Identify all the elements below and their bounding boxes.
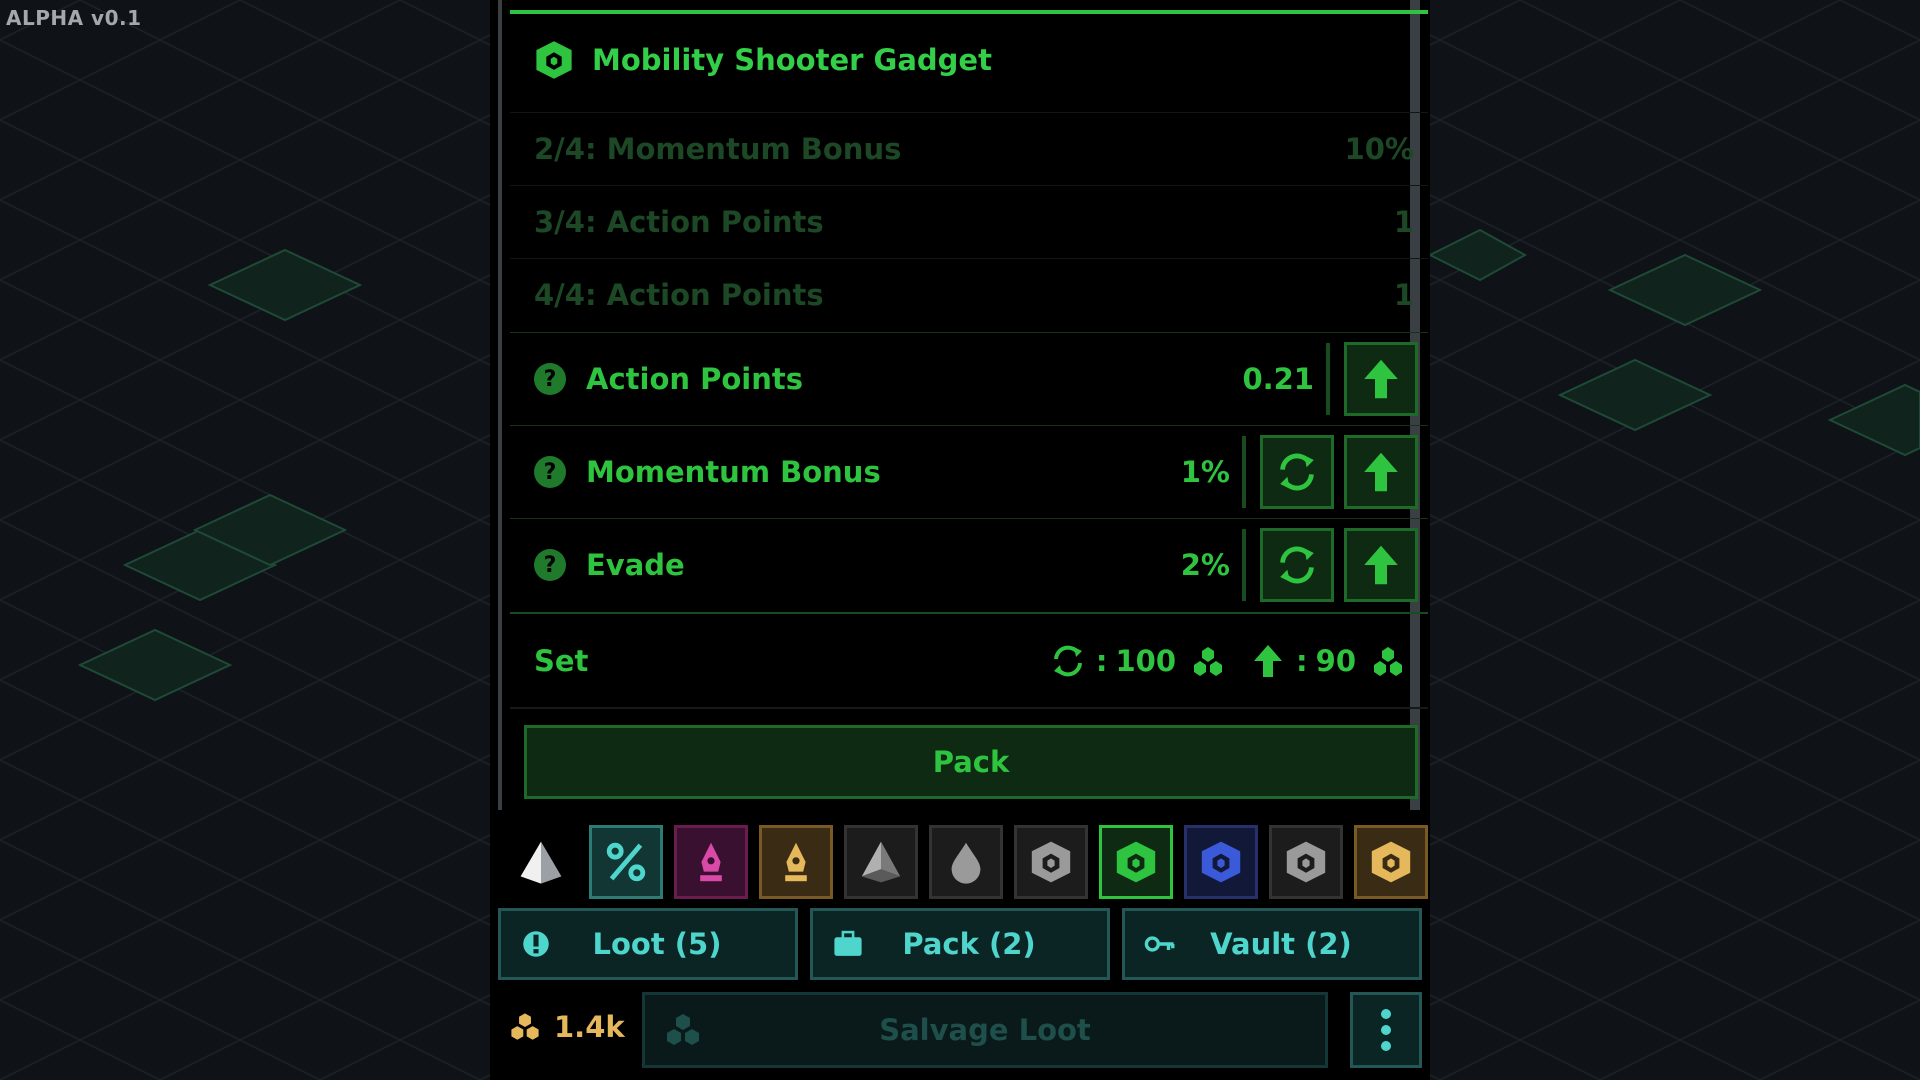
- item-title: Mobility Shooter Gadget: [592, 43, 992, 77]
- filter-gray-cube[interactable]: [1014, 825, 1088, 899]
- gold-cube-icon: [1371, 841, 1411, 883]
- locked-stat-row: 2/4: Momentum Bonus 10%: [510, 112, 1428, 185]
- filter-gray-cube[interactable]: [1269, 825, 1343, 899]
- upgrade-cost-value: 90: [1315, 643, 1356, 678]
- salvage-loot-button[interactable]: Salvage Loot: [642, 992, 1328, 1068]
- filter-gold-pen[interactable]: [759, 825, 833, 899]
- locked-stat-row: 4/4: Action Points 1: [510, 258, 1428, 331]
- stat-name: Action Points: [586, 362, 803, 396]
- stat-value: 0.21: [1242, 362, 1314, 396]
- pink-pen-icon: [700, 842, 722, 882]
- upgrade-button[interactable]: [1344, 528, 1418, 602]
- pyramid-icon: [520, 841, 562, 884]
- green-cube-icon: [1116, 841, 1156, 883]
- locked-stat-label: 2/4: Momentum Bonus: [534, 132, 902, 166]
- arrow-up-icon: [1254, 644, 1283, 677]
- help-icon[interactable]: ?: [534, 549, 566, 581]
- kebab-menu-icon: [1381, 1009, 1391, 1051]
- arrow-up-icon: [1364, 452, 1398, 492]
- locked-stat-label: 3/4: Action Points: [534, 205, 824, 239]
- percent-icon: [606, 842, 646, 882]
- reroll-cost: : 100: [1048, 641, 1228, 681]
- filter-blue-cube[interactable]: [1184, 825, 1258, 899]
- filter-pink-pen[interactable]: [674, 825, 748, 899]
- gray-pyramid-icon: [861, 841, 901, 883]
- stat-row-momentum-bonus: ? Momentum Bonus 1%: [510, 425, 1428, 518]
- locked-stat-value: 1: [1393, 278, 1414, 312]
- scrap-icon: [1194, 646, 1223, 676]
- pack-button[interactable]: Pack: [524, 725, 1418, 799]
- gold-pen-icon: [785, 842, 807, 882]
- reroll-button[interactable]: [1260, 435, 1334, 509]
- arrow-up-icon: [1364, 545, 1398, 585]
- locked-stat-value: 10%: [1344, 132, 1414, 166]
- locked-stat-row: 3/4: Action Points 1: [510, 185, 1428, 258]
- vault-button[interactable]: Vault (2): [1122, 908, 1422, 980]
- locked-stat-value: 1: [1393, 205, 1414, 239]
- cost-separator: :: [1296, 643, 1308, 678]
- blue-cube-icon: [1201, 841, 1241, 883]
- stat-name: Evade: [586, 548, 685, 582]
- gray-cube-icon: [1286, 841, 1326, 883]
- stat-name: Momentum Bonus: [586, 455, 881, 489]
- filter-percent[interactable]: [589, 825, 663, 899]
- category-filter-bar: [504, 825, 1439, 899]
- stat-row-evade: ? Evade 2%: [510, 518, 1428, 611]
- filter-gray-pyramid[interactable]: [844, 825, 918, 899]
- pack-tab-label: Pack (2): [902, 927, 1036, 961]
- upgrade-cost: : 90: [1248, 641, 1408, 681]
- scrap-currency: 1.4k: [508, 1010, 625, 1044]
- gray-cube-icon: [1031, 841, 1071, 883]
- stat-value: 1%: [1180, 455, 1230, 489]
- reroll-icon: [1053, 645, 1082, 676]
- cost-separator: :: [1095, 643, 1108, 678]
- key-icon: [1144, 936, 1175, 952]
- divider: [1326, 343, 1330, 415]
- reroll-icon: [1280, 453, 1314, 491]
- filter-gold-cube[interactable]: [1354, 825, 1428, 899]
- help-icon[interactable]: ?: [534, 363, 566, 395]
- filter-drop[interactable]: [929, 825, 1003, 899]
- divider: [1242, 436, 1246, 508]
- set-cost-row: Set : 100 : 90: [510, 612, 1428, 709]
- scrap-icon: [667, 1014, 699, 1045]
- arrow-up-icon: [1364, 359, 1398, 399]
- drop-icon: [951, 842, 981, 884]
- divider: [1242, 529, 1246, 601]
- reroll-icon: [1280, 546, 1314, 584]
- scrap-icon: [511, 1013, 539, 1040]
- help-icon[interactable]: ?: [534, 456, 566, 488]
- item-details: Mobility Shooter Gadget 2/4: Momentum Bo…: [498, 0, 1428, 810]
- pack-tab-button[interactable]: Pack (2): [810, 908, 1110, 980]
- currency-value: 1.4k: [554, 1010, 625, 1044]
- reroll-cost-value: 100: [1115, 643, 1177, 678]
- upgrade-button[interactable]: [1344, 435, 1418, 509]
- scrap-icon: [1374, 646, 1402, 676]
- filter-pyramid[interactable]: [504, 825, 578, 899]
- locked-stat-label: 4/4: Action Points: [534, 278, 824, 312]
- item-panel: Mobility Shooter Gadget 2/4: Momentum Bo…: [490, 0, 1430, 1080]
- loot-button[interactable]: Loot (5): [498, 908, 798, 980]
- stat-row-action-points: ? Action Points 0.21: [510, 332, 1428, 425]
- gadget-cube-icon: [536, 41, 572, 79]
- version-label: ALPHA v0.1: [6, 6, 142, 30]
- item-header: Mobility Shooter Gadget: [532, 38, 992, 82]
- briefcase-icon: [834, 930, 862, 956]
- vault-label: Vault (2): [1210, 927, 1352, 961]
- alert-gear-icon: [523, 931, 549, 957]
- accent-line: [510, 10, 1428, 14]
- salvage-label: Salvage Loot: [879, 1013, 1091, 1047]
- stat-value: 2%: [1180, 548, 1230, 582]
- upgrade-button[interactable]: [1344, 342, 1418, 416]
- reroll-button[interactable]: [1260, 528, 1334, 602]
- loot-label: Loot (5): [592, 927, 722, 961]
- more-options-button[interactable]: [1350, 992, 1422, 1068]
- filter-green-cube[interactable]: [1099, 825, 1173, 899]
- set-label: Set: [534, 643, 589, 678]
